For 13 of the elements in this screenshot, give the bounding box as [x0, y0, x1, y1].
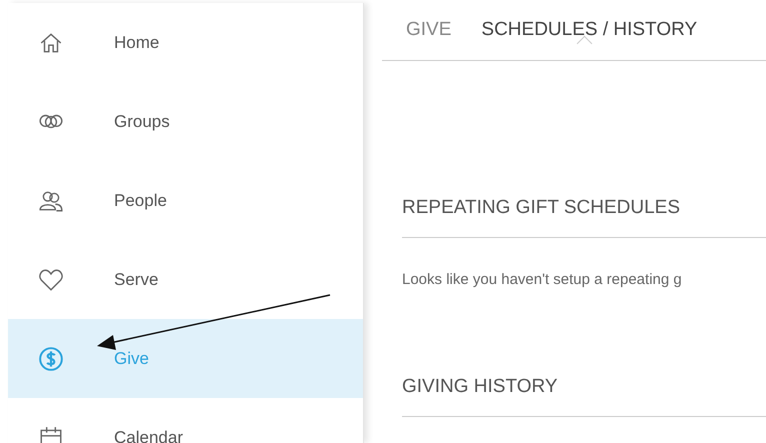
dollar-circle-icon [38, 346, 64, 372]
section-heading: REPEATING GIFT SCHEDULES [402, 197, 766, 238]
empty-message: Looks like you haven't setup a repeating g [402, 271, 683, 288]
sidebar-item[interactable]: People [8, 161, 363, 240]
tab[interactable]: SCHEDULES / HISTORY [481, 3, 698, 51]
sidebar-item[interactable]: Serve [8, 240, 363, 319]
sidebar-item[interactable]: Groups [8, 82, 363, 161]
sidebar-item[interactable]: Home [8, 3, 363, 82]
heart-icon [38, 266, 64, 292]
calendar-icon [38, 424, 64, 443]
section-heading: GIVING HISTORY [402, 376, 766, 417]
tab[interactable]: GIVE [406, 3, 452, 51]
sidebar-item[interactable]: Calendar [8, 398, 363, 443]
